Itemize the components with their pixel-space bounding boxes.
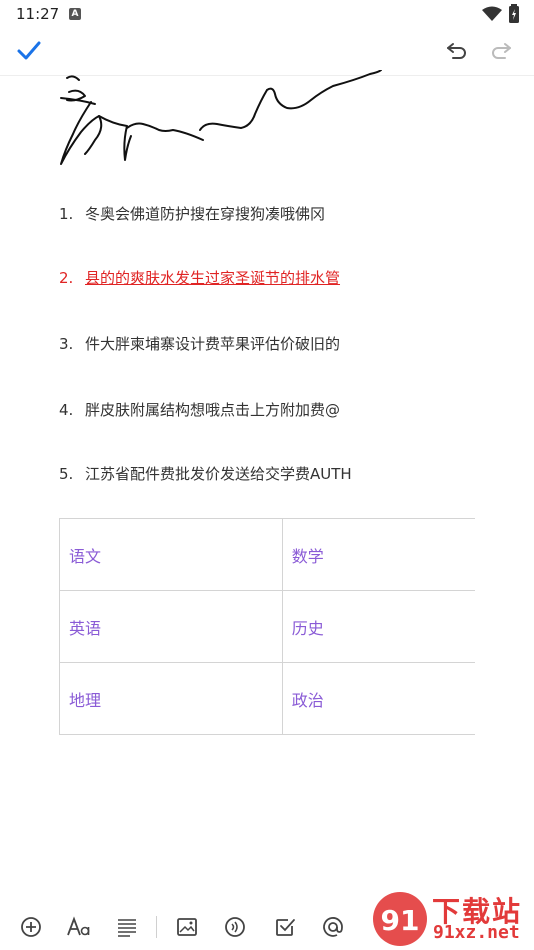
watermark-logo: 91 — [373, 892, 427, 946]
align-button[interactable] — [114, 914, 140, 940]
table-cell[interactable]: 英语 — [59, 590, 283, 663]
redo-button[interactable] — [488, 38, 518, 66]
image-icon — [177, 918, 197, 936]
audio-icon — [225, 917, 245, 937]
table-cell[interactable]: 历史 — [281, 590, 475, 663]
undo-icon — [447, 43, 466, 59]
confirm-button[interactable] — [16, 38, 48, 66]
editor-toolbar — [0, 28, 534, 76]
check-icon — [17, 41, 41, 60]
checkbox-button[interactable] — [272, 914, 298, 940]
handwriting-sketch[interactable] — [55, 70, 385, 175]
list-item[interactable]: 5. 江苏省配件费批发价发送给交学费AUTH — [59, 460, 489, 488]
list-item[interactable]: 3. 件大胖柬埔寨设计费苹果评估价破旧的 — [59, 330, 489, 358]
align-icon — [118, 919, 136, 937]
wifi-icon — [482, 6, 502, 21]
add-button[interactable] — [18, 914, 44, 940]
toolbar-divider — [156, 916, 157, 938]
table-cell[interactable]: 地理 — [59, 662, 283, 735]
battery-icon — [509, 4, 519, 23]
redo-icon — [492, 43, 511, 59]
add-icon — [21, 917, 41, 937]
table-row: 地理 政治 — [59, 662, 475, 735]
undo-button[interactable] — [444, 38, 474, 66]
image-button[interactable] — [174, 914, 200, 940]
list-item-highlighted[interactable]: 2. 县的的爽肤水发生过家圣诞节的排水管 — [59, 264, 489, 292]
text-format-icon — [67, 916, 90, 936]
list-item[interactable]: 1. 冬奥会佛道防护搜在穿搜狗凑哦佛冈 — [59, 200, 489, 228]
audio-button[interactable] — [222, 914, 248, 940]
watermark-url: 91xz.net — [433, 922, 520, 943]
table-cell[interactable]: 政治 — [281, 662, 475, 735]
text-format-button[interactable] — [66, 914, 92, 940]
watermark: 91 下载站 91xz.net — [370, 888, 534, 950]
table-cell[interactable]: 语文 — [59, 518, 283, 591]
list-item[interactable]: 4. 胖皮肤附属结构想哦点击上方附加费@ — [59, 396, 489, 424]
notification-icon: A — [69, 8, 81, 20]
table-row: 语文 数学 — [59, 518, 475, 591]
status-time: 11:27 — [16, 5, 60, 23]
mention-button[interactable] — [320, 914, 346, 940]
status-bar: 11:27 A — [0, 0, 534, 28]
mention-icon — [323, 917, 343, 937]
table-cell[interactable]: 数学 — [281, 518, 475, 591]
subject-table: 语文 数学 英语 历史 地理 政治 — [59, 518, 475, 735]
svg-text:91: 91 — [381, 904, 420, 937]
table-row: 英语 历史 — [59, 590, 475, 663]
checkbox-icon — [276, 919, 295, 936]
